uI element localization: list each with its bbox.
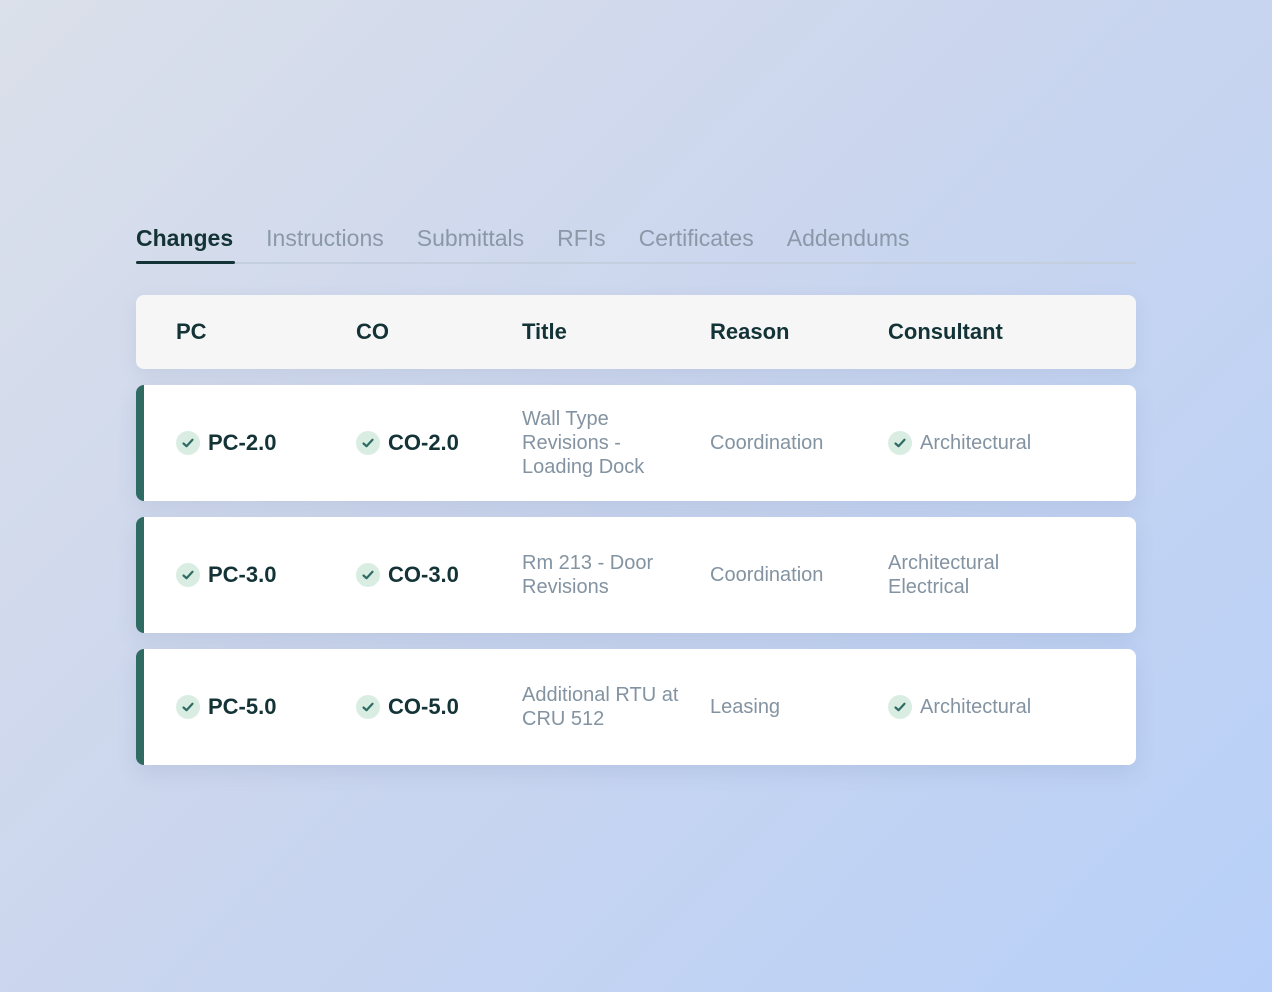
tab-instructions[interactable]: Instructions xyxy=(266,225,384,262)
consultant-cell: Architectural xyxy=(888,431,1108,455)
pc-cell: PC-5.0 xyxy=(176,694,276,720)
consultant-name: Electrical xyxy=(888,576,970,598)
pc-number: PC-5.0 xyxy=(208,694,277,719)
pc-number: PC-3.0 xyxy=(208,562,277,587)
consultant-name: Architectural xyxy=(888,552,1000,574)
table-row[interactable]: PC-5.0 CO-5.0 Additional RTU at CRU 512 … xyxy=(136,649,1136,765)
changes-panel: Changes Instructions Submittals RFIs Cer… xyxy=(136,220,1136,765)
header-reason[interactable]: Reason xyxy=(710,319,789,345)
pc-cell: PC-2.0 xyxy=(176,430,276,456)
pc-number: PC-2.0 xyxy=(208,430,277,455)
check-circle-icon xyxy=(356,431,380,455)
table-header: PC CO Title Reason Consultant xyxy=(136,295,1136,369)
tab-rfis[interactable]: RFIs xyxy=(557,225,606,262)
tab-addendums[interactable]: Addendums xyxy=(787,225,910,262)
check-circle-icon xyxy=(176,431,200,455)
header-co[interactable]: CO xyxy=(356,319,389,345)
consultant-name: Architectural xyxy=(920,696,1032,718)
consultant-cell: Architectural xyxy=(888,695,1108,719)
reason-cell: Coordination xyxy=(710,432,824,454)
header-consultant[interactable]: Consultant xyxy=(888,319,1108,345)
check-circle-icon xyxy=(356,695,380,719)
check-circle-icon xyxy=(888,431,912,455)
co-number: CO-5.0 xyxy=(388,694,459,719)
co-cell: CO-3.0 xyxy=(356,562,459,588)
table-row[interactable]: PC-2.0 CO-2.0 Wall Type Revisions - Load… xyxy=(136,385,1136,501)
tab-certificates[interactable]: Certificates xyxy=(639,225,754,262)
check-circle-icon xyxy=(888,695,912,719)
co-number: CO-3.0 xyxy=(388,562,459,587)
tab-changes[interactable]: Changes xyxy=(136,225,236,264)
check-circle-icon xyxy=(176,695,200,719)
background: Changes Instructions Submittals RFIs Cer… xyxy=(0,0,1272,992)
reason-cell: Coordination xyxy=(710,564,824,586)
title-cell: Rm 213 - Door Revisions xyxy=(522,552,654,598)
tab-submittals[interactable]: Submittals xyxy=(417,225,524,262)
header-pc[interactable]: PC xyxy=(176,319,207,345)
co-cell: CO-2.0 xyxy=(356,430,459,456)
header-title[interactable]: Title xyxy=(522,319,692,345)
title-cell: Wall Type Revisions - Loading Dock xyxy=(522,408,645,478)
table-row[interactable]: PC-3.0 CO-3.0 Rm 213 - Door Revisions Co… xyxy=(136,517,1136,633)
title-cell: Additional RTU at CRU 512 xyxy=(522,684,679,730)
pc-cell: PC-3.0 xyxy=(176,562,276,588)
reason-cell: Leasing xyxy=(710,696,781,718)
check-circle-icon xyxy=(176,563,200,587)
co-cell: CO-5.0 xyxy=(356,694,459,720)
check-circle-icon xyxy=(356,563,380,587)
consultant-cell: Architectural Electrical xyxy=(888,551,1108,599)
tab-bar: Changes Instructions Submittals RFIs Cer… xyxy=(136,220,1136,264)
consultant-name: Architectural xyxy=(920,432,1032,454)
co-number: CO-2.0 xyxy=(388,430,459,455)
